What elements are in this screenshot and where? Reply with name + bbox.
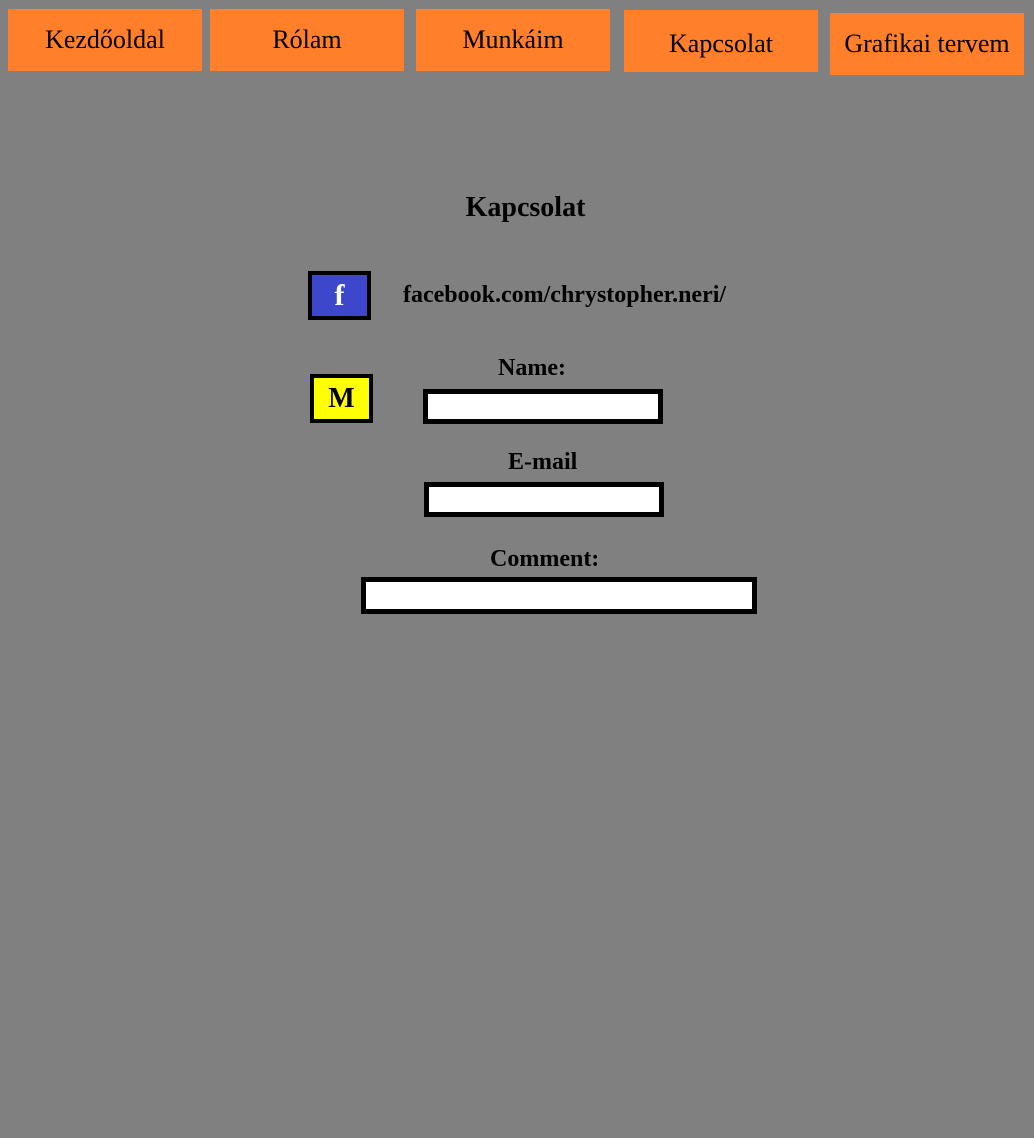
mail-icon[interactable]: M — [310, 374, 373, 423]
facebook-icon[interactable]: f — [308, 271, 371, 320]
facebook-link[interactable]: facebook.com/chrystopher.neri/ — [403, 282, 726, 309]
email-input[interactable] — [424, 482, 664, 517]
email-label: E-mail — [508, 449, 578, 475]
nav-home-button[interactable]: Kezdőoldal — [8, 9, 202, 71]
page-title: Kapcsolat — [465, 192, 586, 223]
nav-design-button[interactable]: Grafikai tervem — [830, 13, 1024, 75]
name-label: Name: — [498, 355, 566, 381]
nav-about-button[interactable]: Rólam — [210, 9, 404, 71]
comment-input[interactable] — [361, 577, 757, 614]
nav-works-button[interactable]: Munkáim — [416, 9, 610, 71]
nav-contact-button[interactable]: Kapcsolat — [624, 10, 818, 72]
name-input[interactable] — [423, 389, 663, 424]
comment-label: Comment: — [490, 546, 600, 572]
